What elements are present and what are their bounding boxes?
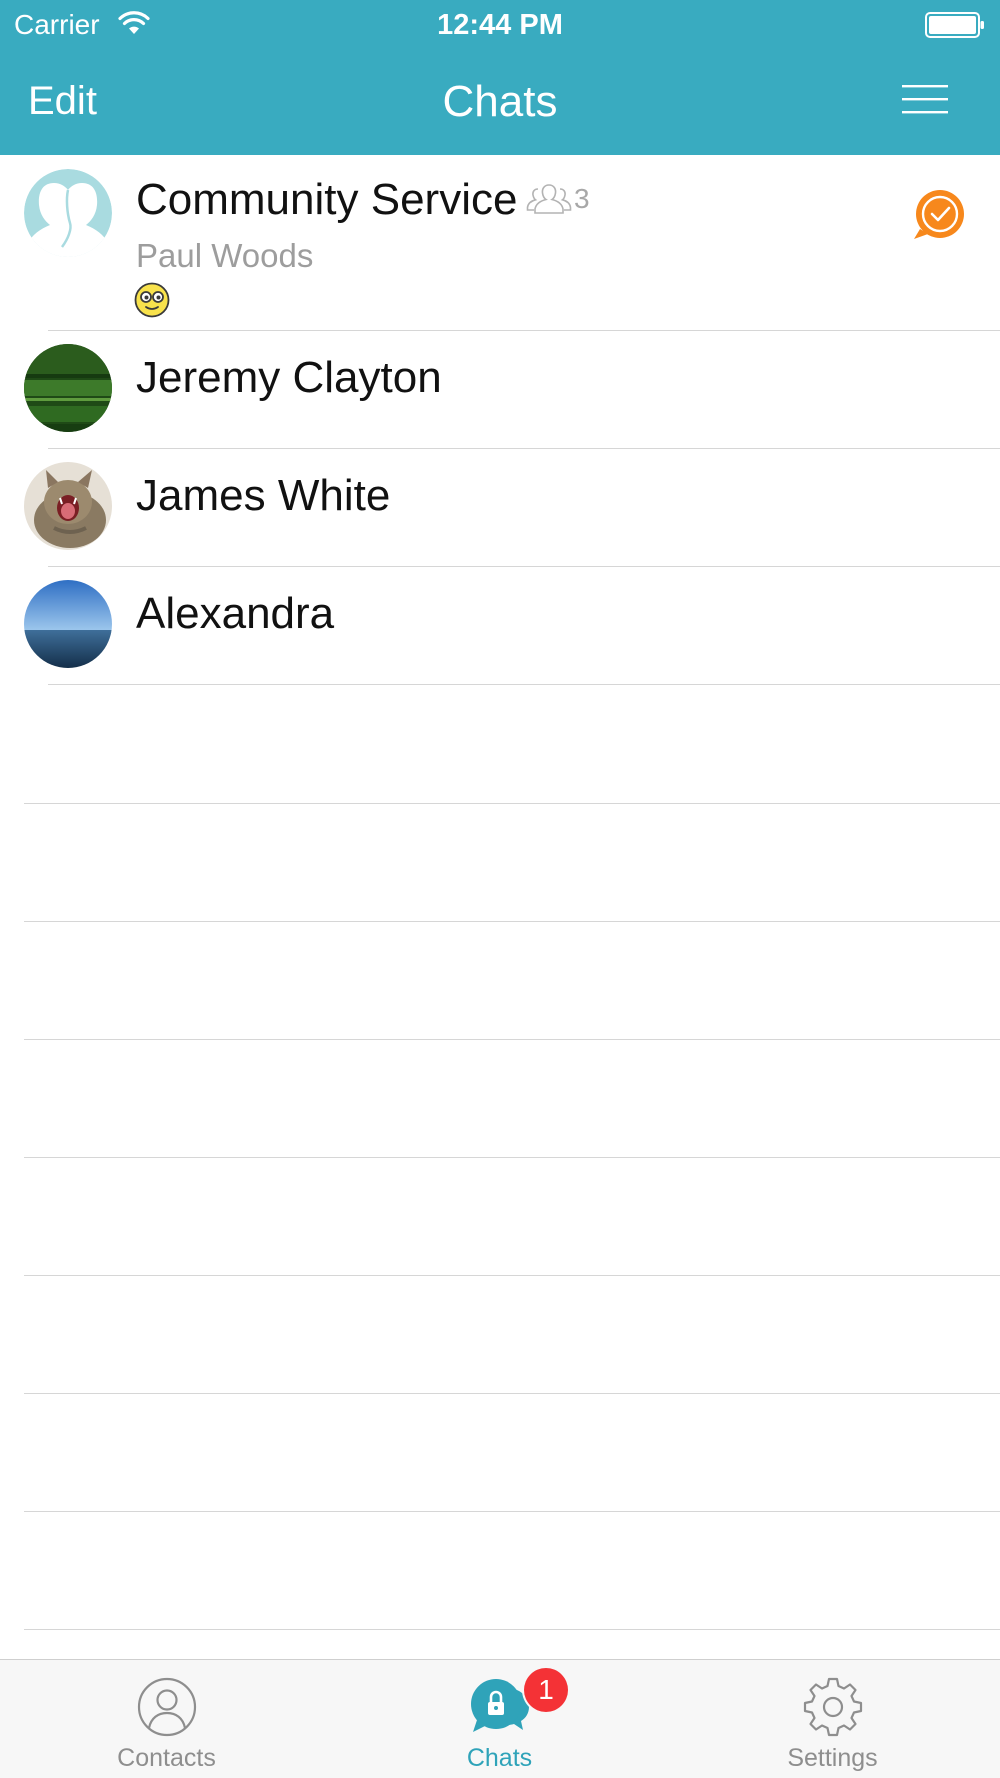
empty-row-separator bbox=[24, 1629, 1000, 1630]
hamburger-menu-icon[interactable] bbox=[902, 81, 948, 117]
empty-row-separator bbox=[24, 803, 1000, 804]
chat-name: Community Service bbox=[136, 175, 518, 224]
group-silhouette-avatar bbox=[24, 169, 112, 257]
gear-icon bbox=[803, 1677, 862, 1737]
chat-row-community-service[interactable]: Community Service 3 Paul Woods bbox=[0, 155, 1000, 331]
tab-label: Settings bbox=[787, 1744, 878, 1772]
tab-bar: Contacts Chats Settings bbox=[0, 1659, 1000, 1778]
empty-row-separator bbox=[24, 1157, 1000, 1158]
book-cover-avatar-icon bbox=[24, 344, 112, 432]
group-members-icon bbox=[526, 184, 572, 214]
last-sender: Paul Woods bbox=[136, 237, 314, 274]
page-title: Chats bbox=[442, 77, 558, 126]
tab-label: Contacts bbox=[117, 1744, 216, 1772]
tab-label: Chats bbox=[466, 1744, 533, 1772]
tab-chats[interactable]: Chats bbox=[333, 1660, 666, 1778]
battery-icon bbox=[925, 12, 984, 38]
empty-row-separator bbox=[24, 1511, 1000, 1512]
row-separator bbox=[48, 684, 1000, 685]
nav-bar: Edit Chats bbox=[0, 48, 1000, 155]
ocean-horizon-photo bbox=[24, 580, 112, 668]
chat-row-alexandra[interactable]: Alexandra bbox=[0, 567, 1000, 685]
person-icon bbox=[137, 1677, 196, 1737]
chat-name: James White bbox=[136, 471, 391, 520]
chat-name: Jeremy Clayton bbox=[136, 353, 442, 402]
chat-list: Community Service 3 Paul Woods Jeremy Cl… bbox=[0, 155, 1000, 1659]
chat-name: Alexandra bbox=[136, 589, 335, 638]
orange-checkmark-bubble-icon[interactable] bbox=[908, 187, 968, 243]
empty-row-separator bbox=[24, 1393, 1000, 1394]
lock-chat-bubble-icon bbox=[470, 1679, 529, 1732]
empty-row-separator bbox=[24, 921, 1000, 922]
edit-button[interactable]: Edit bbox=[28, 78, 97, 124]
tab-contacts[interactable]: Contacts bbox=[0, 1660, 333, 1778]
tab-settings[interactable]: Settings bbox=[666, 1660, 999, 1778]
member-count: 3 bbox=[574, 183, 590, 214]
empty-row-separator bbox=[24, 1039, 1000, 1040]
ocean-avatar-icon bbox=[24, 580, 112, 668]
group-member-indicator: 3 bbox=[526, 179, 590, 219]
chat-row-james-white[interactable]: James White bbox=[0, 449, 1000, 567]
unread-badge: 1 bbox=[524, 1668, 568, 1712]
status-bar: Carrier 12:44 PM bbox=[0, 0, 1000, 48]
cat-avatar-icon bbox=[24, 462, 112, 550]
header: Carrier 12:44 PM Edit Chats bbox=[0, 0, 1000, 155]
chats-screen: Carrier 12:44 PM Edit Chats Community Se… bbox=[0, 0, 1000, 1778]
group-silhouette-icon bbox=[24, 169, 112, 257]
empty-row-separator bbox=[24, 1275, 1000, 1276]
nerd-face-emoji-icon bbox=[134, 282, 170, 318]
status-time: 12:44 PM bbox=[437, 9, 563, 41]
yawning-cat-photo bbox=[24, 462, 112, 550]
green-book-cover-photo bbox=[24, 344, 112, 432]
chat-row-jeremy-clayton[interactable]: Jeremy Clayton bbox=[0, 331, 1000, 449]
